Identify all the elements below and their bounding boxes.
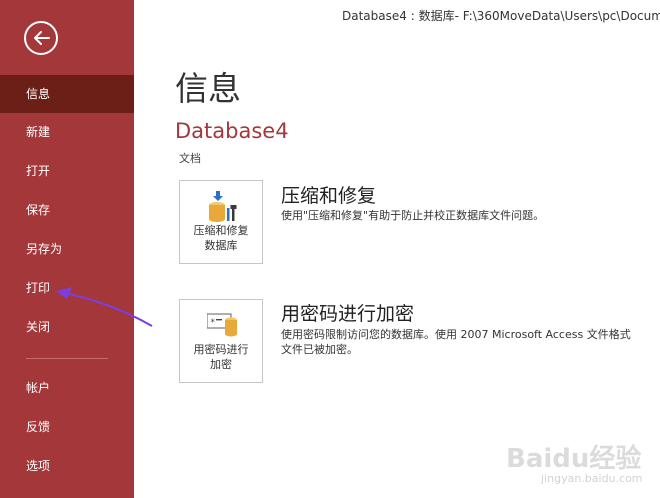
baidu-watermark: Baidu经验 xyxy=(506,444,642,474)
annotation-arrow xyxy=(56,287,153,327)
baidu-watermark-url: jingyan.baidu.com xyxy=(541,472,643,485)
